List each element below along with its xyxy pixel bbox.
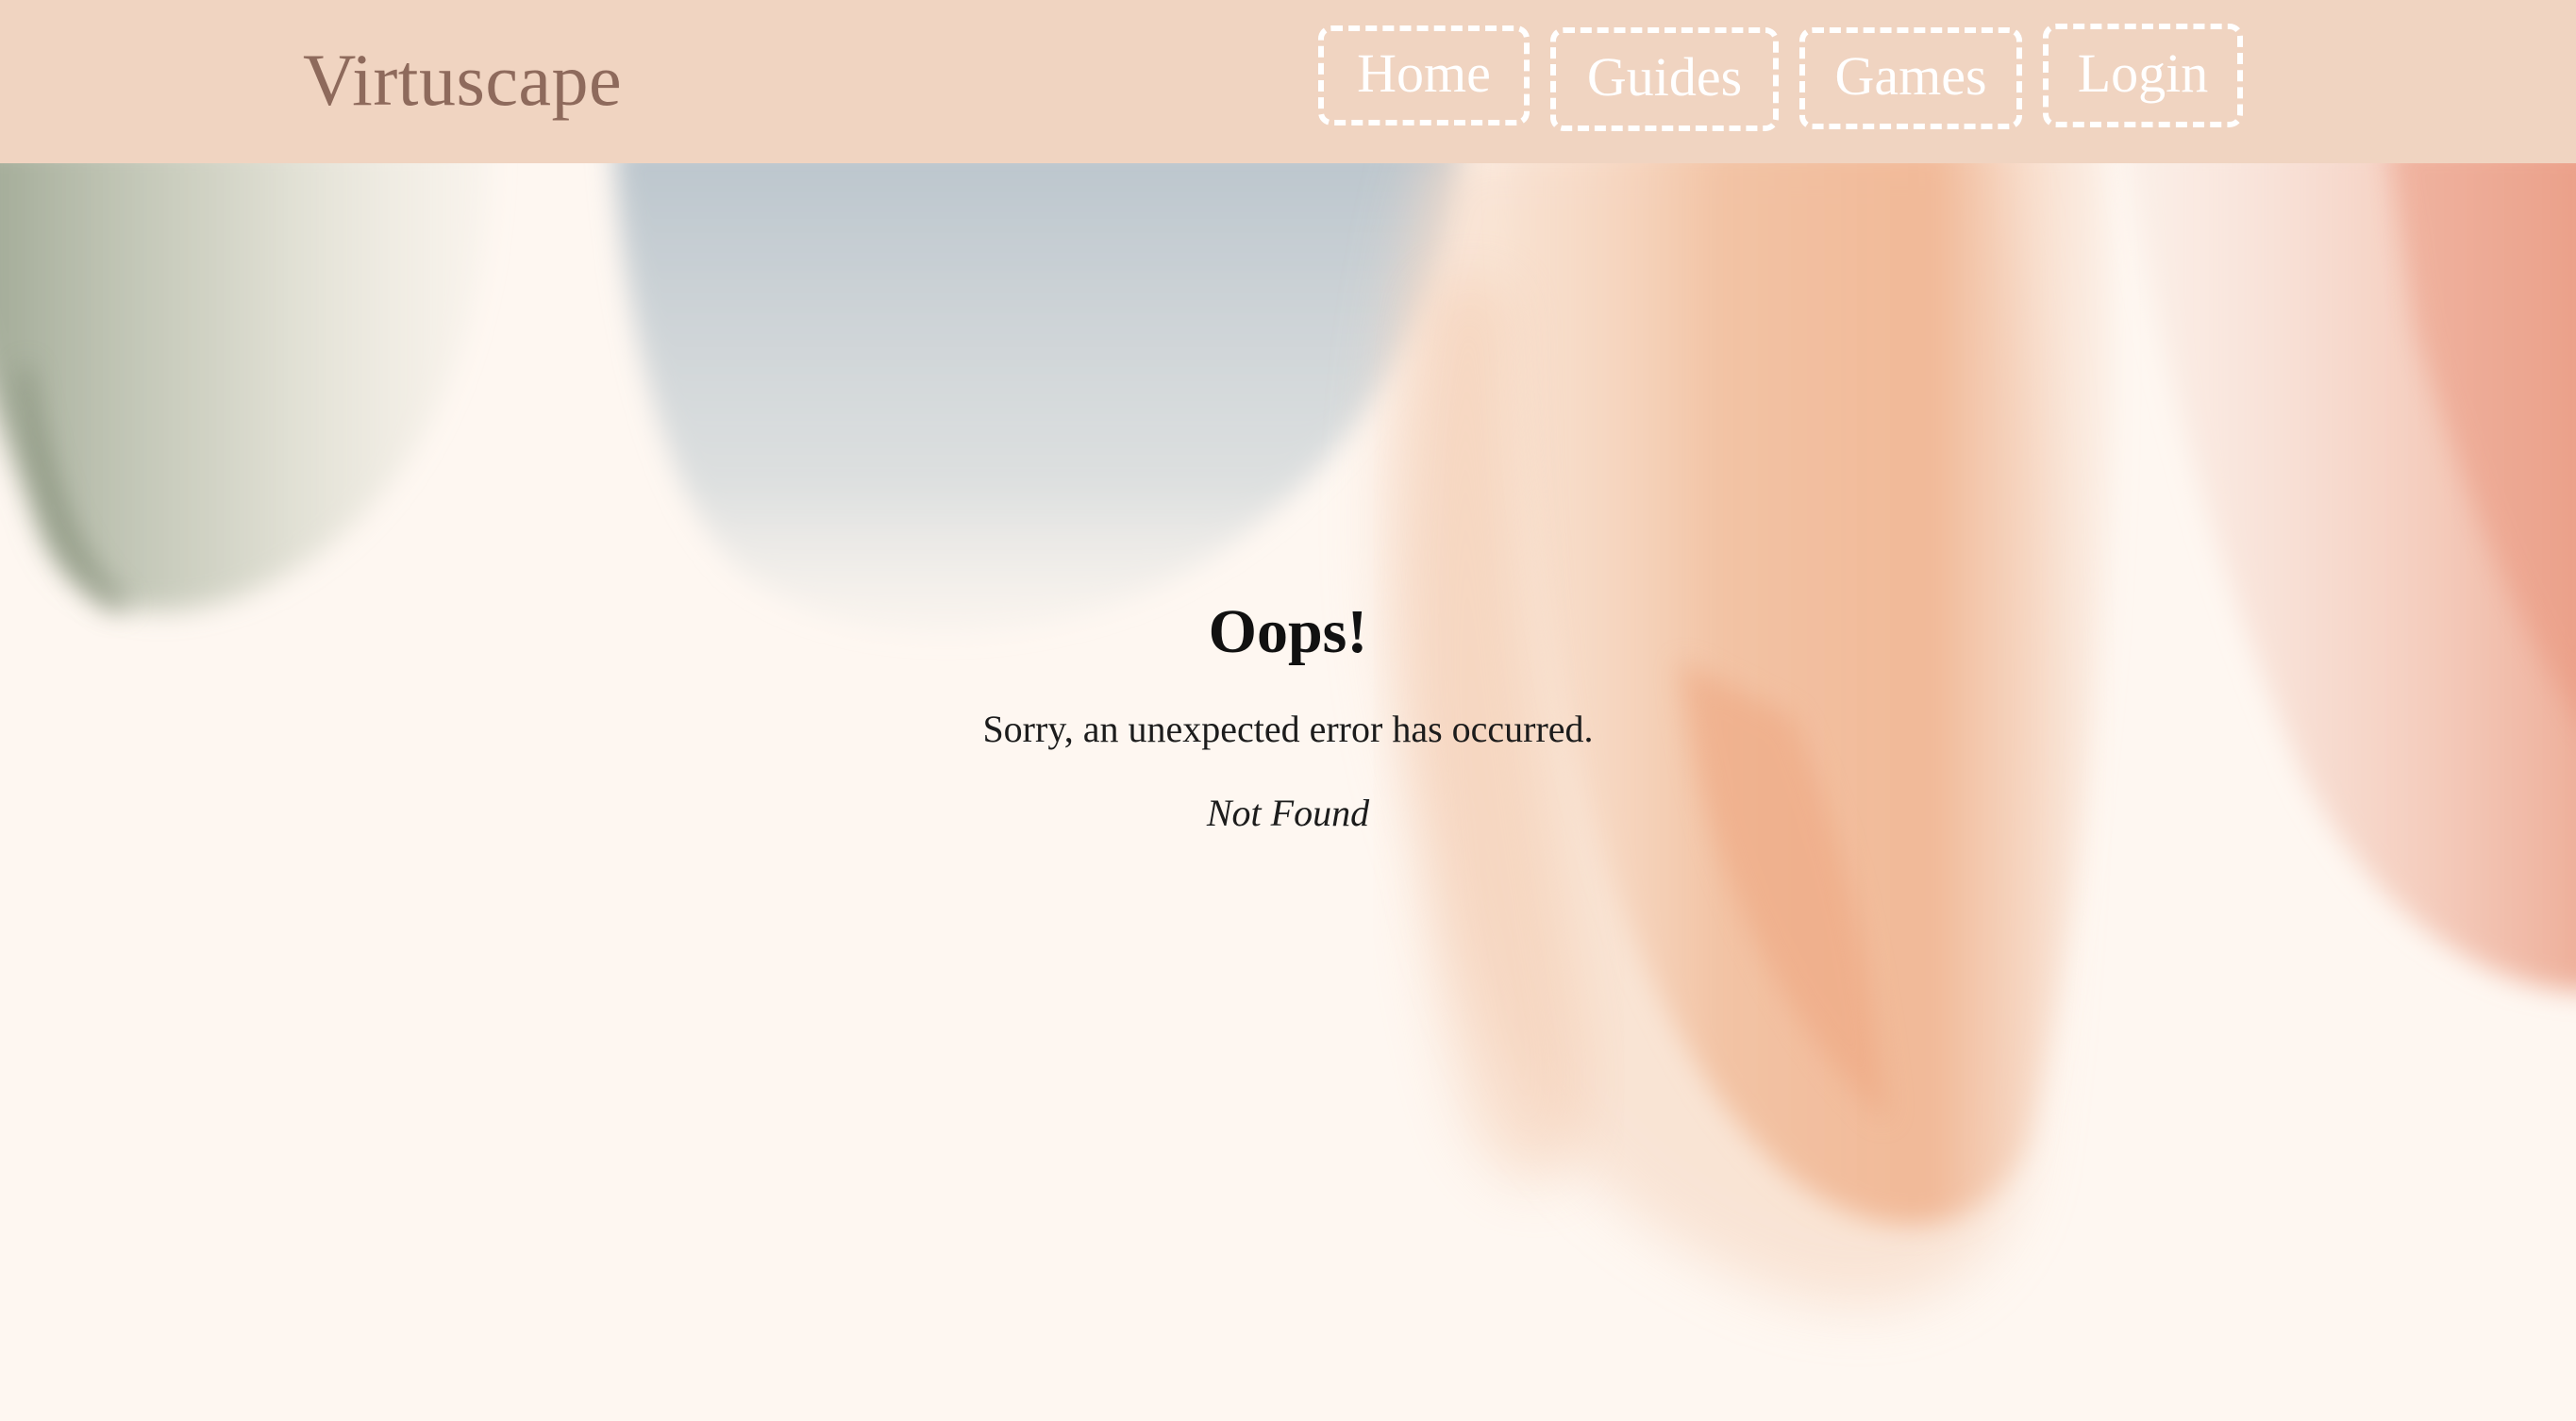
nav-home-button[interactable]: Home xyxy=(1318,25,1530,125)
site-header: Virtuscape Home Guides Games Login xyxy=(0,0,2576,163)
error-message: Sorry, an unexpected error has occurred. xyxy=(982,708,1594,750)
brand-logo[interactable]: Virtuscape xyxy=(303,35,622,125)
nav-games-button[interactable]: Games xyxy=(1799,27,2022,129)
error-title: Oops! xyxy=(1208,597,1368,666)
nav-guides-button[interactable]: Guides xyxy=(1550,27,1779,131)
error-status-text: Not Found xyxy=(1206,792,1370,834)
nav-login-button[interactable]: Login xyxy=(2043,24,2243,127)
page: Virtuscape Home Guides Games Login Oops!… xyxy=(0,0,2576,1421)
